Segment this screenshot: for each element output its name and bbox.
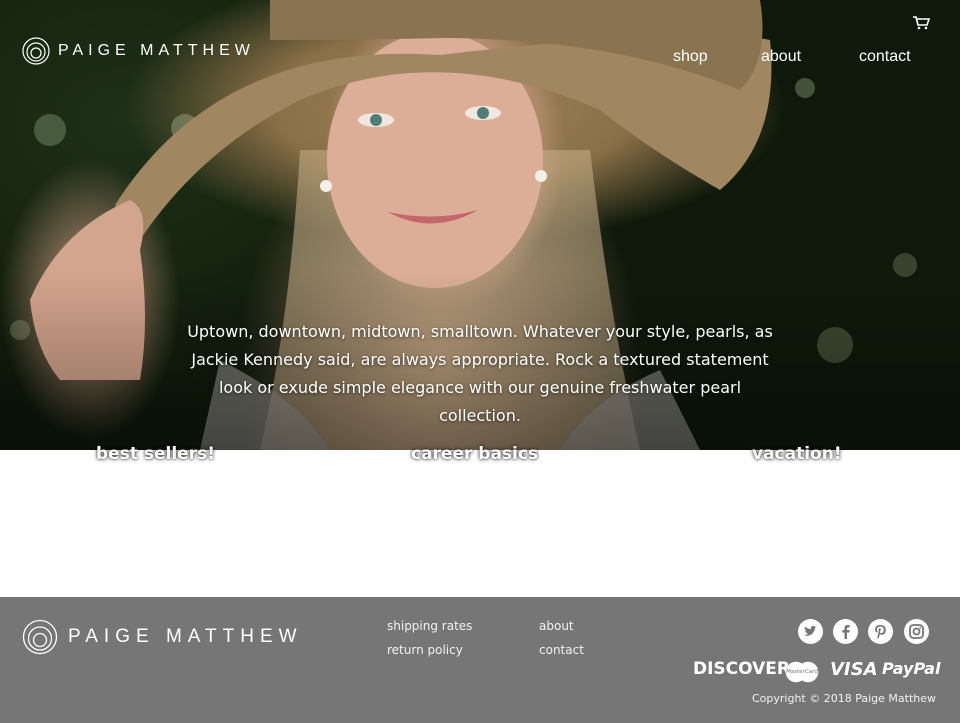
nav-about[interactable]: about (761, 48, 801, 66)
paypal-icon: PayPal (882, 659, 941, 678)
visa-icon: VISA (830, 659, 878, 680)
hero-banner: PAIGE MATTHEW shop about contact Uptown,… (0, 0, 960, 450)
footer-logo-icon (22, 619, 58, 655)
nav-contact[interactable]: contact (859, 48, 911, 66)
footer: PAIGE MATTHEW shipping rates return poli… (0, 597, 960, 723)
discover-icon: DISCOVER (693, 659, 791, 679)
copyright: Copyright © 2018 Paige Matthew (751, 692, 936, 705)
footer-brand-name: PAIGE MATTHEW (68, 626, 303, 647)
collection-links: best sellers! career basics vacation! (0, 440, 960, 470)
collection-vacation[interactable]: vacation! (752, 444, 842, 464)
pinterest-icon[interactable] (868, 619, 893, 644)
twitter-icon[interactable] (798, 619, 823, 644)
footer-link-about[interactable]: about (539, 619, 574, 633)
footer-brand-logo[interactable]: PAIGE MATTHEW (22, 619, 303, 655)
facebook-icon[interactable] (833, 619, 858, 644)
footer-link-contact[interactable]: contact (539, 643, 584, 657)
footer-link-shipping-rates[interactable]: shipping rates (387, 619, 472, 633)
page: PAIGE MATTHEW shop about contact Uptown,… (0, 0, 960, 723)
brand-name: PAIGE MATTHEW (58, 42, 255, 59)
nav-shop[interactable]: shop (673, 48, 708, 66)
collection-best-sellers[interactable]: best sellers! (96, 444, 215, 464)
instagram-icon[interactable] (904, 619, 929, 644)
cart-icon[interactable] (912, 16, 930, 30)
brand-logo[interactable]: PAIGE MATTHEW (22, 37, 255, 65)
footer-link-return-policy[interactable]: return policy (387, 643, 463, 657)
logo-icon (22, 37, 50, 65)
collection-career-basics[interactable]: career basics (411, 444, 538, 464)
hero-description: Uptown, downtown, midtown, smalltown. Wh… (187, 322, 773, 425)
mastercard-icon: MasterCard (784, 661, 820, 683)
